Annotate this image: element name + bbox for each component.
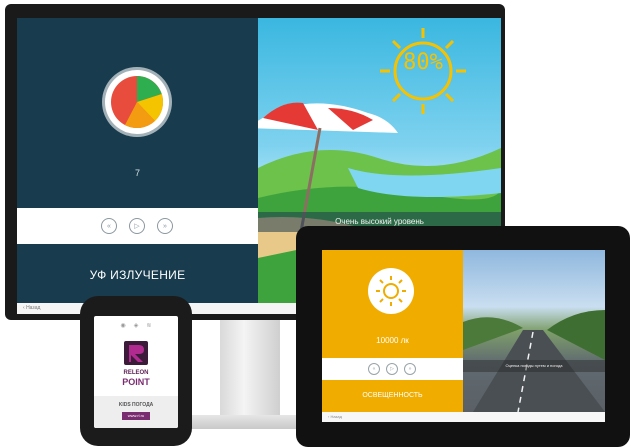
play-icon: ▷: [390, 366, 394, 372]
play-button[interactable]: ▷: [386, 363, 398, 375]
drop-icon: ◈: [133, 323, 139, 329]
uv-value: 7: [134, 168, 140, 178]
next-button[interactable]: »: [157, 218, 173, 234]
next-icon: »: [408, 366, 412, 372]
uv-title: УФ ИЗЛУЧЕНИЕ: [89, 268, 186, 282]
device-label: KIDS ПОГОДА: [118, 402, 154, 408]
handheld-device: ◉ ◈ ≋ RELEON POINT KIDS ПОГОДА www.rl.ru: [80, 296, 192, 446]
uv-percent: 80%: [403, 50, 443, 75]
lux-title: ОСВЕЩЕННОСТЬ: [362, 392, 423, 399]
pin-icon: ◉: [120, 323, 126, 329]
uv-pie-icon: [105, 70, 169, 134]
back-label: Назад: [330, 414, 342, 419]
play-button[interactable]: ▷: [129, 218, 145, 234]
wind-icon: ≋: [146, 323, 152, 329]
device-footer: KIDS ПОГОДА www.rl.ru: [94, 396, 178, 428]
road-caption: Оценка погоды путем и погода: [463, 360, 605, 372]
uv-panel: 7 « ▷ » УФ ИЗЛУЧЕНИЕ: [17, 18, 258, 303]
brand-line2: POINT: [122, 377, 150, 387]
monitor-stand: [220, 320, 280, 420]
prev-icon: «: [372, 366, 376, 372]
releon-logo: [124, 341, 148, 365]
prev-button[interactable]: «: [368, 363, 380, 375]
road-photo: Оценка погоды путем и погода: [463, 250, 605, 412]
next-button[interactable]: »: [404, 363, 416, 375]
prev-button[interactable]: «: [101, 218, 117, 234]
status-icons: ◉ ◈ ≋: [94, 322, 178, 329]
prev-icon: «: [107, 222, 111, 230]
next-icon: »: [163, 222, 167, 230]
media-controls: « ▷ »: [17, 208, 258, 244]
brand-line1: RELEON: [123, 370, 149, 376]
lux-value: 10000 лк: [376, 336, 409, 345]
sun-icon: [368, 268, 414, 314]
device-url[interactable]: www.rl.ru: [122, 412, 150, 420]
tablet-screen: 10000 лк « ▷ » ОСВЕЩЕННОСТЬ Оценка погод…: [322, 250, 605, 422]
device-screen: ◉ ◈ ≋ RELEON POINT KIDS ПОГОДА www.rl.ru: [94, 316, 178, 428]
media-controls: « ▷ »: [322, 358, 463, 380]
lux-panel: 10000 лк « ▷ » ОСВЕЩЕННОСТЬ: [322, 250, 463, 412]
back-bar[interactable]: ‹ Назад: [322, 412, 605, 422]
play-icon: ▷: [134, 223, 140, 230]
tablet: 10000 лк « ▷ » ОСВЕЩЕННОСТЬ Оценка погод…: [296, 226, 630, 447]
back-label: Назад: [26, 305, 41, 311]
